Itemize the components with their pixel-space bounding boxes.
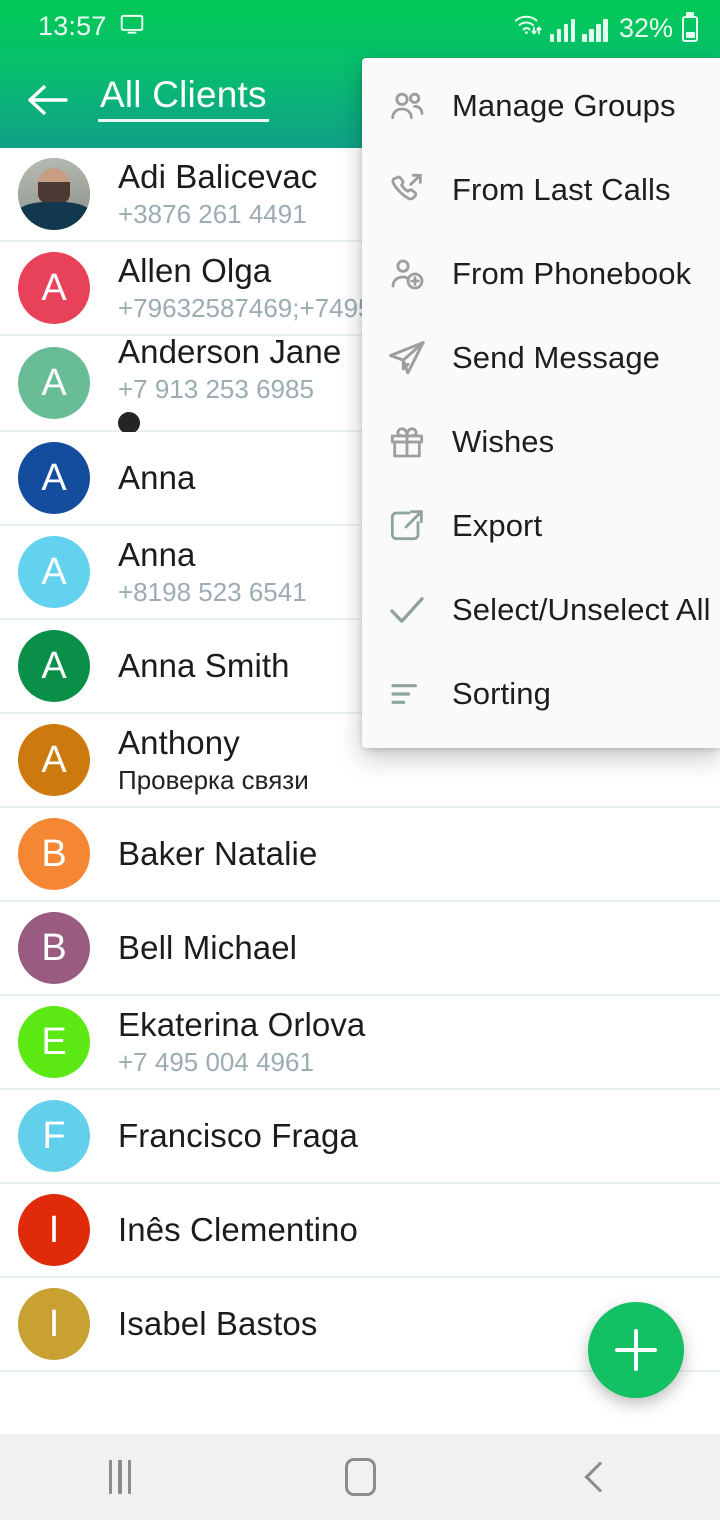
contact-meta: Ekaterina Orlova +7 495 004 4961 [118,1006,720,1079]
avatar-letter: I [48,1303,60,1345]
menu-item-select-unselect-all[interactable]: Select/Unselect All [362,568,720,652]
wifi-icon [513,11,543,42]
menu-item-label: Sorting [452,676,551,711]
screencast-icon [119,11,145,42]
status-clock: 13:57 [38,10,107,41]
menu-item-label: Send Message [452,340,660,375]
contact-name: Francisco Fraga [118,1116,358,1154]
android-nav-bar [0,1434,720,1520]
signal-icon-sim2 [582,18,608,42]
contact-row[interactable]: E Ekaterina Orlova +7 495 004 4961 [0,996,720,1090]
page-title: All Clients [96,74,271,126]
menu-item-from-last-calls[interactable]: From Last Calls [362,148,720,232]
check-icon [376,589,438,631]
avatar-initial: A [18,252,90,324]
phone-screen: 13:57 32% All Clients Adi Balicevac +387… [0,0,720,1520]
contact-meta: Francisco Fraga [118,1117,720,1155]
menu-item-send-message[interactable]: Send Message [362,316,720,400]
people-group-icon [376,86,438,126]
avatar-initial: B [18,912,90,984]
person-add-icon [376,254,438,294]
avatar-initial: A [18,536,90,608]
add-client-fab[interactable] [588,1302,684,1398]
menu-item-from-phonebook[interactable]: From Phonebook [362,232,720,316]
avatar-initial: E [18,1006,90,1078]
avatar-initial: I [18,1288,90,1360]
avatar-initial: F [18,1100,90,1172]
menu-item-label: From Last Calls [452,172,671,207]
status-bar-right: 32% [513,11,698,42]
contact-meta: Baker Natalie [118,835,720,873]
arrow-left-icon [28,85,68,115]
avatar-initial: A [18,442,90,514]
contact-note: Проверка связи [118,764,309,795]
avatar-letter: A [41,362,67,404]
avatar-letter: A [41,645,67,687]
contact-name: Baker Natalie [118,834,318,872]
avatar-photo [18,158,90,230]
contact-meta: Bell Michael [118,929,720,967]
nav-recents-button[interactable] [0,1434,240,1520]
battery-icon [682,15,698,42]
avatar-letter: B [41,833,67,875]
phone-incoming-icon [376,170,438,210]
avatar-letter: E [41,1021,67,1063]
avatar-initial: A [18,347,90,419]
contact-row[interactable]: F Francisco Fraga [0,1090,720,1184]
battery-percent-label: 32% [618,12,673,43]
recents-icon [108,1460,132,1494]
contact-row[interactable]: B Baker Natalie [0,808,720,902]
avatar-letter: A [41,457,67,499]
avatar-letter: F [42,1115,66,1157]
contact-name: Inês Clementino [118,1210,358,1248]
tab-indicator [98,119,269,122]
home-icon [344,1458,376,1496]
avatar-letter: I [48,1209,60,1251]
menu-item-label: Export [452,508,543,543]
avatar-initial: B [18,818,90,890]
signal-icon-sim1 [549,18,576,42]
contact-name: Ekaterina Orlova [118,1005,366,1043]
nav-back-button[interactable] [480,1434,720,1520]
menu-item-manage-groups[interactable]: Manage Groups [362,64,720,148]
avatar-letter: A [41,739,67,781]
contact-row[interactable]: I Inês Clementino [0,1184,720,1278]
avatar-letter: B [41,927,67,969]
menu-item-export[interactable]: Export [362,484,720,568]
contact-meta: Inês Clementino [118,1211,720,1249]
sort-lines-icon [376,674,438,714]
menu-item-label: Manage Groups [452,88,676,123]
avatar-letter: A [41,267,67,309]
gift-icon [376,422,438,462]
avatar-letter: A [41,551,67,593]
status-bar: 13:57 32% [0,0,720,52]
contact-row[interactable]: B Bell Michael [0,902,720,996]
avatar-initial: A [18,630,90,702]
contact-group-dot [118,411,140,434]
back-button[interactable] [0,52,96,148]
menu-item-wishes[interactable]: Wishes [362,400,720,484]
nav-home-button[interactable] [240,1434,480,1520]
contact-name: Bell Michael [118,928,298,966]
back-chevron-icon [584,1461,616,1493]
menu-item-sorting[interactable]: Sorting [362,652,720,736]
paper-plane-icon [376,337,438,379]
menu-item-label: From Phonebook [452,256,692,291]
avatar-initial: I [18,1194,90,1266]
menu-item-label: Select/Unselect All [452,592,711,627]
contact-phone: +7 495 004 4961 [118,1046,314,1077]
external-link-icon [376,506,438,546]
avatar-initial: A [18,724,90,796]
menu-item-label: Wishes [452,424,555,459]
overflow-menu[interactable]: Manage Groups From Last Calls From Phonebo… [362,58,720,748]
status-bar-left: 13:57 [38,11,145,42]
